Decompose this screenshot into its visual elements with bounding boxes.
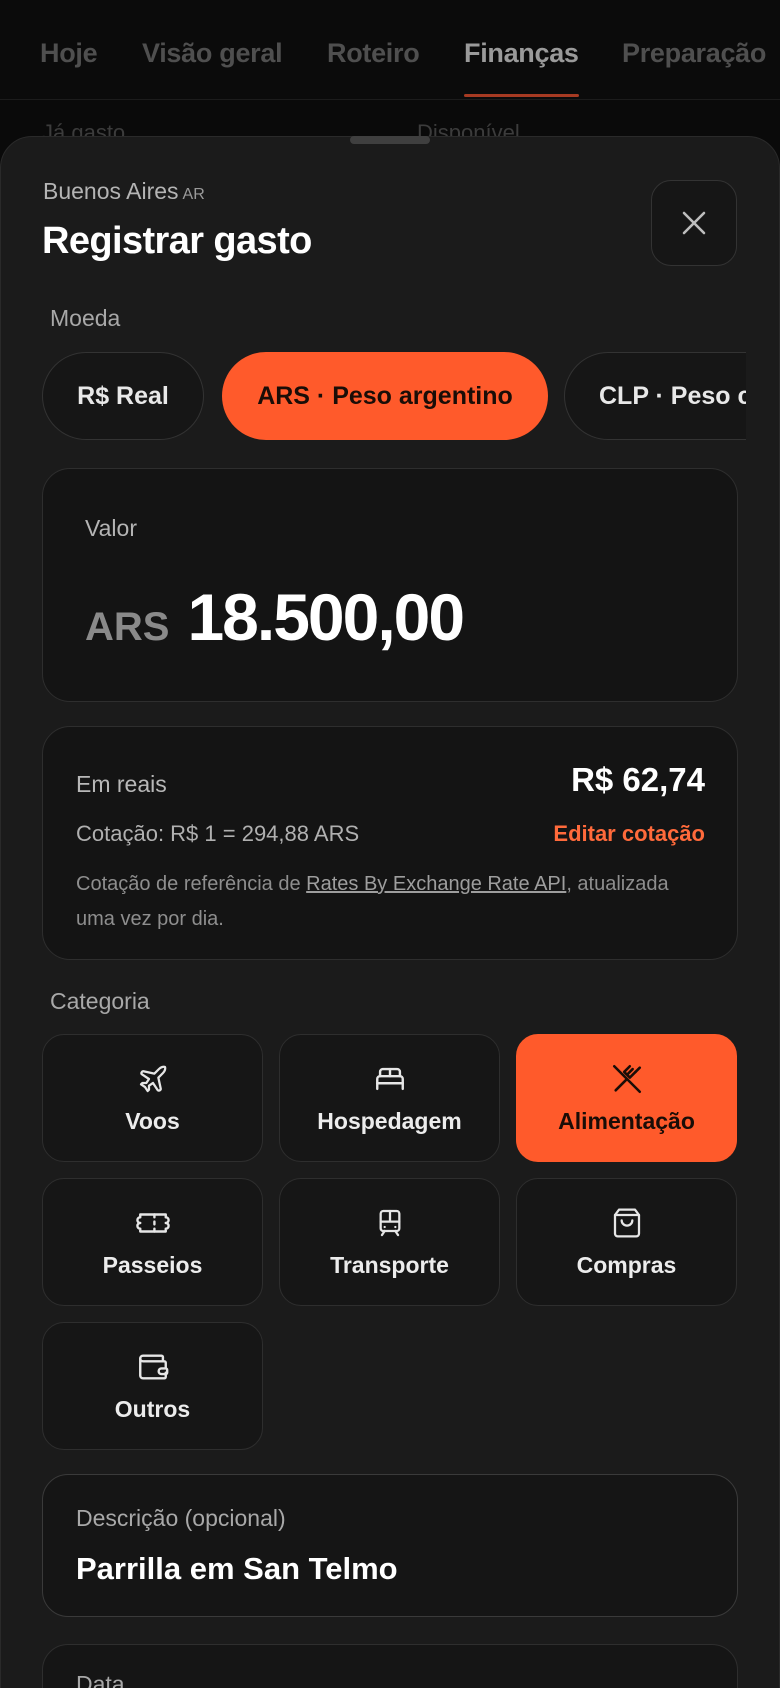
currency-chip-ars[interactable]: ARS · Peso argentino — [222, 352, 548, 440]
amount-row: ARS 18.500,00 — [85, 579, 465, 655]
conversion-value: R$ 62,74 — [571, 761, 705, 798]
tab-hoje[interactable]: Hoje — [40, 38, 98, 69]
rate-reference-note: Cotação de referência de Rates By Exchan… — [76, 867, 706, 937]
rate-note-prefix: Cotação de referência de — [76, 873, 307, 895]
category-label: Transporte — [330, 1251, 449, 1278]
conversion-label: Em reais — [76, 771, 167, 797]
category-label: Alimentação — [558, 1107, 695, 1134]
category-label: Compras — [576, 1251, 677, 1278]
category-label: Passeios — [102, 1251, 203, 1278]
rate-source-link[interactable]: Rates By Exchange Rate API — [306, 873, 566, 895]
close-icon — [682, 211, 706, 235]
category-section-label: Categoria — [50, 988, 150, 1014]
date-label: Data — [76, 1671, 125, 1688]
amount-card[interactable]: Valor ARS 18.500,00 — [42, 468, 738, 702]
active-tab-indicator — [464, 94, 579, 97]
category-alimentacao[interactable]: Alimentação — [516, 1034, 737, 1162]
close-button[interactable] — [651, 180, 737, 266]
conversion-card: Em reais R$ 62,74 Cotação: R$ 1 = 294,88… — [42, 726, 738, 960]
amount-label: Valor — [85, 515, 137, 541]
sheet-title: Registrar gasto — [42, 220, 312, 262]
country-code: AR — [182, 186, 205, 203]
category-label: Voos — [125, 1107, 180, 1134]
exchange-rate-text: Cotação: R$ 1 = 294,88 ARS — [76, 821, 360, 846]
category-passeios[interactable]: Passeios — [42, 1178, 263, 1306]
description-label: Descrição (opcional) — [76, 1505, 286, 1531]
category-voos[interactable]: Voos — [42, 1034, 263, 1162]
category-hospedagem[interactable]: Hospedagem — [279, 1034, 500, 1162]
tab-visao-geral[interactable]: Visão geral — [142, 38, 283, 69]
city-name: Buenos Aires — [43, 178, 179, 204]
tab-preparacao[interactable]: Preparação — [622, 38, 766, 69]
description-input[interactable] — [76, 1547, 696, 1591]
currency-chip-list[interactable]: R$ Real ARS · Peso argentino CLP · Peso … — [42, 352, 746, 440]
tab-financas[interactable]: Finanças — [464, 38, 579, 69]
bed-icon — [373, 1062, 407, 1096]
amount-currency-code: ARS — [85, 605, 170, 649]
top-tab-bar: Hoje Visão geral Roteiro Finanças Prepar… — [0, 0, 780, 100]
category-compras[interactable]: Compras — [516, 1178, 737, 1306]
ticket-icon — [135, 1206, 170, 1240]
currency-chip-clp[interactable]: CLP · Peso chileno — [564, 352, 746, 440]
edit-rate-button[interactable]: Editar cotação — [553, 821, 705, 847]
sheet-grabber[interactable] — [350, 136, 430, 144]
plane-icon — [136, 1062, 170, 1096]
date-field[interactable]: Data — [42, 1644, 738, 1688]
description-field[interactable]: Descrição (opcional) — [42, 1474, 738, 1617]
train-icon — [373, 1206, 407, 1240]
shopping-bag-icon — [610, 1206, 644, 1240]
category-label: Outros — [114, 1395, 191, 1422]
amount-value[interactable]: 18.500,00 — [187, 579, 465, 655]
sheet-city: Buenos Aires AR — [43, 178, 205, 205]
utensils-icon — [610, 1062, 644, 1096]
category-transporte[interactable]: Transporte — [279, 1178, 500, 1306]
tab-roteiro[interactable]: Roteiro — [327, 38, 420, 69]
currency-chip-brl[interactable]: R$ Real — [42, 352, 204, 440]
app-screen: Hoje Visão geral Roteiro Finanças Prepar… — [0, 0, 780, 1688]
wallet-icon — [136, 1350, 170, 1384]
category-label: Hospedagem — [317, 1107, 462, 1134]
category-outros[interactable]: Outros — [42, 1322, 263, 1450]
currency-section-label: Moeda — [50, 305, 121, 331]
